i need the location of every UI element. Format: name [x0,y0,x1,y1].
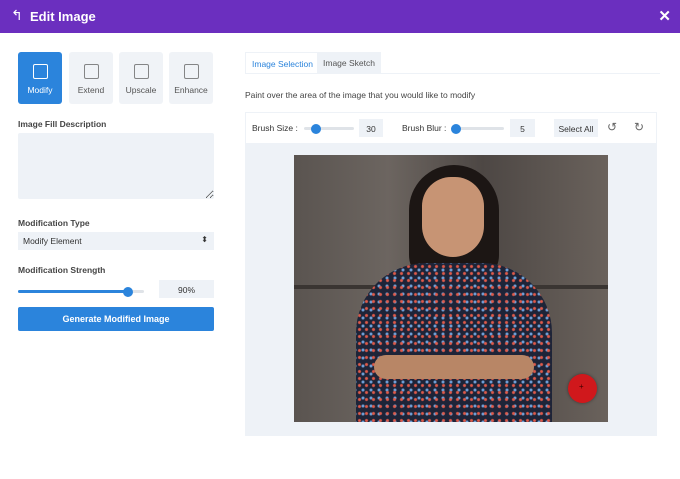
mode-extend-button[interactable]: Extend [69,52,113,104]
select-arrows-icon: ⬍ [201,235,208,244]
close-icon[interactable]: ✕ [658,7,671,25]
dialog-title: Edit Image [30,9,96,24]
tab-image-selection[interactable]: Image Selection [245,52,320,74]
mode-upscale-button[interactable]: Upscale [119,52,163,104]
crossed-arms [374,355,534,379]
mode-modify-button[interactable]: Modify [18,52,62,104]
brush-blur-label: Brush Blur : [402,123,447,133]
header-bar: ↰ Edit Image ✕ [0,0,680,33]
photo-woman-portrait[interactable] [294,155,608,422]
crosshair-icon: + [579,382,584,391]
modification-type-select[interactable]: Modify Element ⬍ [18,232,214,250]
mode-label: Modify [27,85,53,95]
brush-toolbar: Brush Size : 30 Brush Blur : 5 Select Al… [245,112,657,144]
brush-cursor: + [568,374,597,403]
undo-icon[interactable]: ↺ [607,120,617,134]
face [422,177,484,257]
modification-type-label: Modification Type [18,218,90,228]
patterned-shirt [356,263,552,422]
brush-blur-handle[interactable] [451,124,461,134]
generate-button[interactable]: Generate Modified Image [18,307,214,331]
edit-image-icon [32,64,48,79]
image-icon [83,64,99,79]
strength-value[interactable]: 90% [159,280,214,298]
mode-label: Enhance [174,85,208,95]
sparkle-image-icon [183,64,199,79]
fill-description-input[interactable] [18,133,214,199]
mode-enhance-button[interactable]: Enhance [169,52,213,104]
instruction-text: Paint over the area of the image that yo… [245,90,476,100]
mode-label: Extend [77,85,105,95]
brush-size-label: Brush Size : [252,123,298,133]
tab-image-sketch[interactable]: Image Sketch [317,52,381,74]
tab-divider [245,73,660,74]
select-all-button[interactable]: Select All [554,119,598,137]
upscale-icon [133,64,149,79]
back-icon[interactable]: ↰ [11,7,23,24]
strength-slider-handle[interactable] [123,287,133,297]
brush-blur-value[interactable]: 5 [510,119,535,137]
modification-strength-label: Modification Strength [18,265,106,275]
brush-size-value[interactable]: 30 [359,119,383,137]
mode-label: Upscale [125,85,157,95]
slider-fill [18,290,132,293]
fill-description-label: Image Fill Description [18,119,107,129]
redo-icon[interactable]: ↻ [634,120,644,134]
brush-size-handle[interactable] [311,124,321,134]
select-value: Modify Element [23,236,82,246]
